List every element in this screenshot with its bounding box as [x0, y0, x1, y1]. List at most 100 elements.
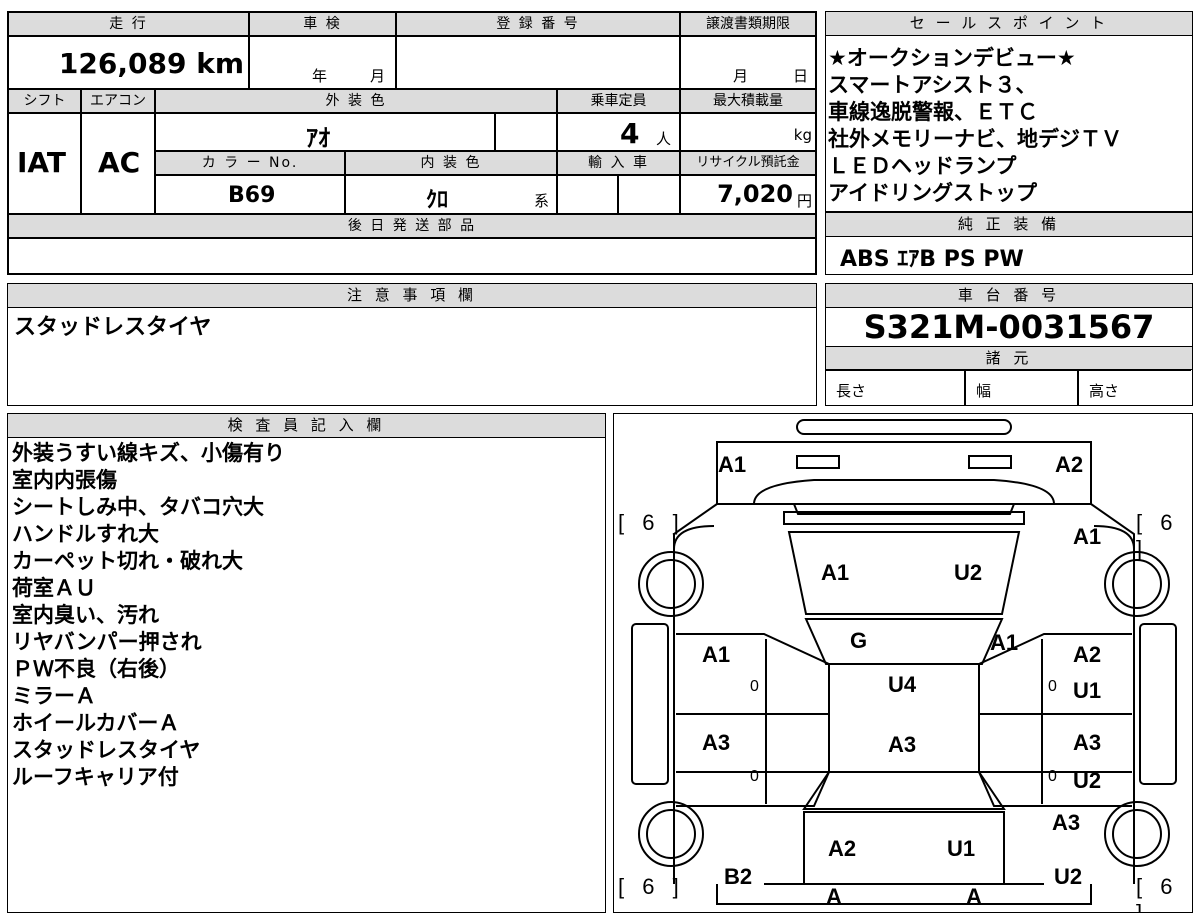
exterior-header: 外 装 色	[155, 89, 557, 113]
spec-length-label: 長さ	[836, 382, 867, 400]
exterior-extra-cell	[495, 113, 557, 151]
recycle-cell: 7,020 円	[680, 175, 816, 214]
inspector-panel: 検 査 員 記 入 欄 外装うすい線キズ、小傷有り 室内内張傷 シートしみ中、タ…	[7, 413, 606, 913]
inspector-line: カーペット切れ・破れ大	[12, 549, 243, 573]
specs-header: 諸 元	[826, 346, 1192, 370]
exterior-cell: ｱｵ	[155, 113, 495, 152]
label-bottom-left: A	[826, 884, 842, 909]
deadline-month-label: 月	[733, 67, 749, 85]
label-hood-left: A1	[821, 560, 850, 585]
inspector-header: 検 査 員 記 入 欄	[8, 414, 605, 438]
interior-header: 内 装 色	[345, 151, 557, 175]
interior-value: ｸﾛ	[426, 188, 449, 213]
equipment-value: ABS ｴｱB PS PW	[840, 247, 1024, 272]
mileage-cell: 126,089 km	[8, 36, 249, 89]
aircon-header: エアコン	[81, 89, 155, 113]
inspector-line: ＰＷ不良（右後）	[12, 657, 180, 681]
inspector-line: リヤバンパー押され	[12, 630, 202, 654]
label-front-right: A2	[1055, 452, 1084, 477]
tire-rear-right: [ 6 ]	[1136, 874, 1179, 913]
tire-front-left: [ 6 ]	[618, 510, 685, 535]
sales-point-line: スマートアシスト３、	[828, 73, 1037, 97]
equipment-header: 純 正 装 備	[826, 213, 1192, 237]
spec-length-cell: 長さ	[826, 370, 965, 405]
label-door-rear-right: A3	[1073, 730, 1102, 755]
interior-cell: ｸﾛ 系	[345, 175, 557, 214]
label-windshield: G	[850, 628, 868, 653]
spec-width-label: 幅	[976, 382, 992, 400]
load-unit: kg	[793, 126, 812, 144]
notes-value: スタッドレスタイヤ	[14, 315, 212, 340]
label-rear-right: U2	[1054, 864, 1083, 889]
inspector-list: 外装うすい線キズ、小傷有り 室内内張傷 シートしみ中、タバコ穴大 ハンドルすれ大…	[12, 440, 285, 791]
exterior-value: ｱｵ	[306, 124, 330, 152]
label-rear-left: B2	[724, 864, 753, 889]
car-diagram-panel: A1 A2 [ 6 ] [ 6 ] A1 A1 U2 G A1 A1 0 A2 …	[613, 413, 1193, 913]
label-back-left: A2	[828, 836, 857, 861]
later-parts-cell	[8, 238, 816, 274]
shaken-year-label: 年	[312, 67, 328, 85]
label-door-rear-right-extra: U2	[1073, 768, 1102, 793]
vehicle-spec-table: 走 行 車 検 登 録 番 号 譲渡書類期限 126,089 km 年 月 月 …	[7, 11, 817, 275]
interior-suffix: 系	[534, 192, 550, 210]
inspector-line: ハンドルすれ大	[12, 522, 159, 546]
tire-rear-left: [ 6 ]	[618, 874, 685, 899]
aircon-value: AC	[98, 146, 141, 179]
chassis-header: 車 台 番 号	[826, 284, 1192, 308]
label-door-rear-left-small: 0	[750, 768, 759, 785]
capacity-header: 乗車定員	[557, 89, 680, 113]
inspector-line: スタッドレスタイヤ	[12, 738, 201, 762]
label-pillar-right: A1	[990, 630, 1019, 655]
label-roof-rear: A3	[888, 732, 917, 757]
spec-width-cell: 幅	[965, 370, 1078, 405]
label-door-rear-left: A3	[702, 730, 731, 755]
deadline-cell: 月 日	[680, 36, 816, 89]
mileage-header: 走 行	[8, 12, 249, 36]
label-door-front-right-small: 0	[1048, 678, 1057, 695]
label-hood-right: U2	[954, 560, 983, 585]
chassis-number: S321M-0031567	[863, 308, 1155, 346]
spec-height-label: 高さ	[1089, 382, 1120, 400]
spec-height-cell: 高さ	[1078, 370, 1191, 405]
label-door-front-left: A1	[702, 642, 731, 667]
import-cell-b	[618, 175, 680, 214]
shaken-month-label: 月	[370, 67, 386, 85]
mileage-value: 126,089 km	[58, 47, 244, 80]
chassis-panel: 車 台 番 号 S321M-0031567 諸 元 長さ 幅 高さ	[825, 283, 1193, 406]
sales-points-list: ★オークションデビュー★ スマートアシスト３、 車線逸脱警報、ＥＴＣ 社外メモリ…	[828, 45, 1122, 207]
registration-header: 登 録 番 号	[396, 12, 680, 36]
label-door-front-left-small: 0	[750, 678, 759, 695]
inspector-line: 外装うすい線キズ、小傷有り	[12, 441, 285, 465]
tire-front-right: [ 6 ]	[1136, 510, 1179, 561]
sales-point-line: ★オークションデビュー★	[828, 46, 1076, 70]
registration-cell	[396, 36, 680, 89]
import-cell-a	[557, 175, 618, 214]
shift-header: シフト	[8, 89, 81, 113]
capacity-value: 4	[620, 117, 640, 150]
color-no-cell: B69	[155, 175, 345, 214]
inspector-line: 荷室ＡＵ	[12, 576, 96, 600]
sales-point-line: 社外メモリーナビ、地デジＴＶ	[828, 127, 1122, 151]
later-parts-header: 後 日 発 送 部 品	[8, 214, 816, 238]
equipment-panel: 純 正 装 備 ABS ｴｱB PS PW	[825, 212, 1193, 275]
inspector-line: ルーフキャリア付	[12, 765, 179, 789]
inspector-line: 室内臭い、汚れ	[12, 603, 159, 627]
label-quarter-right: A3	[1052, 810, 1081, 835]
import-header: 輸 入 車	[557, 151, 680, 175]
sales-point-line: 車線逸脱警報、ＥＴＣ	[828, 100, 1038, 124]
recycle-header: リサイクル預託金	[680, 151, 816, 175]
capacity-unit: 人	[656, 130, 672, 148]
capacity-cell: 4 人	[557, 113, 680, 151]
max-load-header: 最大積載量	[680, 89, 816, 113]
shaken-cell: 年 月	[249, 36, 396, 89]
label-door-front-right: A2	[1073, 642, 1102, 667]
label-back-right: U1	[947, 836, 976, 861]
recycle-unit: 円	[796, 192, 812, 210]
sales-point-line: アイドリングストップ	[828, 181, 1037, 205]
transfer-deadline-header: 譲渡書類期限	[680, 12, 816, 36]
color-no-value: B69	[228, 183, 276, 208]
deadline-day-label: 日	[793, 67, 809, 85]
shift-value: IAT	[17, 146, 67, 179]
sales-points-panel: セ ー ル ス ポ イ ン ト ★オークションデビュー★ スマートアシスト３、 …	[825, 11, 1193, 212]
label-bottom-right: A	[966, 884, 982, 909]
